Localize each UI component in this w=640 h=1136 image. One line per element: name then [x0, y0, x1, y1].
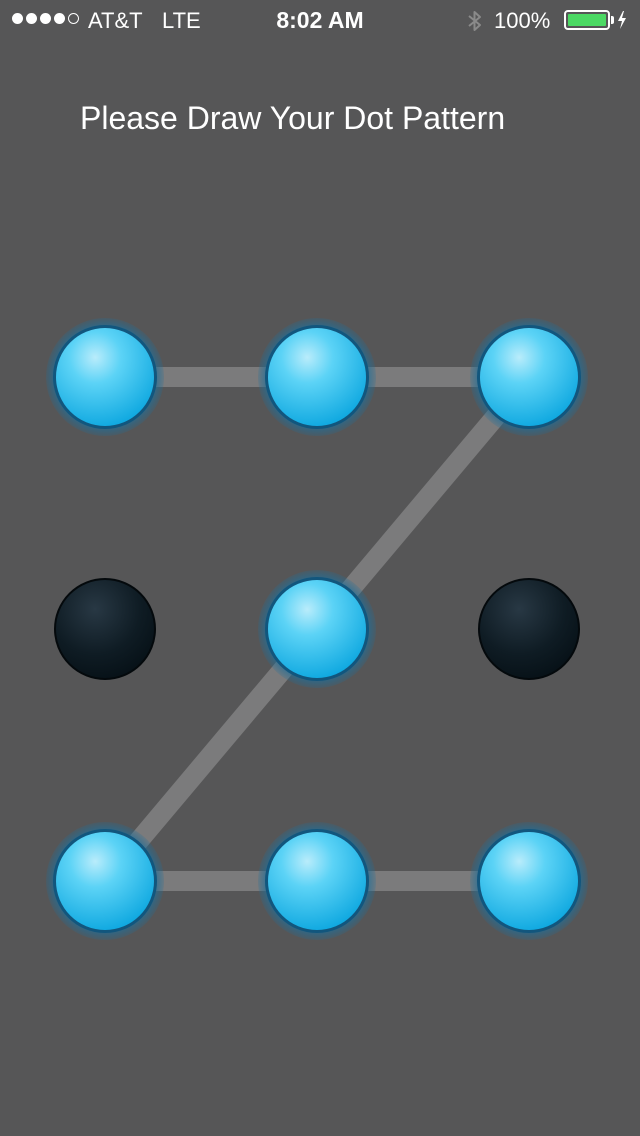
- pattern-dot-6[interactable]: [478, 578, 580, 680]
- pattern-dot-2[interactable]: [258, 318, 376, 436]
- lock-screen: AT&T LTE 8:02 AM 100% Please Draw Your D…: [0, 0, 640, 1136]
- pattern-canvas[interactable]: [0, 0, 640, 1136]
- pattern-dot-3[interactable]: [470, 318, 588, 436]
- dot-pattern-grid[interactable]: [0, 0, 640, 1136]
- pattern-dot-1[interactable]: [46, 318, 164, 436]
- pattern-dot-4[interactable]: [54, 578, 156, 680]
- pattern-dot-9[interactable]: [470, 822, 588, 940]
- pattern-dot-7[interactable]: [46, 822, 164, 940]
- pattern-dots: [46, 318, 588, 940]
- pattern-dot-5[interactable]: [258, 570, 376, 688]
- pattern-dot-8[interactable]: [258, 822, 376, 940]
